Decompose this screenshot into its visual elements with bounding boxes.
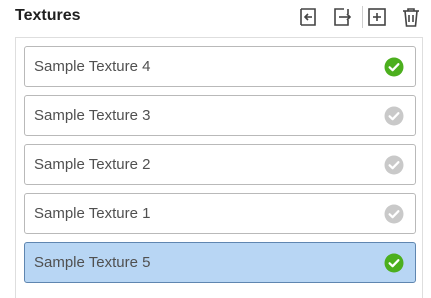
textures-panel: Textures Sample Texture 4 Sample Texture… — [0, 0, 431, 298]
texture-list-item[interactable]: Sample Texture 5 — [24, 242, 416, 283]
export-icon — [331, 6, 353, 28]
export-button[interactable] — [330, 5, 354, 29]
toolbar-separator — [362, 6, 363, 28]
texture-list-item[interactable]: Sample Texture 1 — [24, 193, 416, 234]
texture-name: Sample Texture 1 — [34, 205, 151, 222]
delete-icon — [400, 6, 422, 28]
texture-name: Sample Texture 4 — [34, 58, 151, 75]
toolbar — [296, 5, 423, 29]
texture-name: Sample Texture 2 — [34, 156, 151, 173]
import-button[interactable] — [296, 5, 320, 29]
add-icon — [366, 6, 388, 28]
check-circle-icon[interactable] — [384, 57, 404, 77]
import-icon — [297, 6, 319, 28]
check-circle-icon[interactable] — [384, 155, 404, 175]
texture-list: Sample Texture 4 Sample Texture 3 Sample… — [15, 37, 423, 298]
panel-title: Textures — [15, 7, 81, 24]
panel-header: Textures — [0, 0, 431, 36]
texture-name: Sample Texture 5 — [34, 254, 151, 271]
add-button[interactable] — [365, 5, 389, 29]
delete-button[interactable] — [399, 5, 423, 29]
texture-list-item[interactable]: Sample Texture 4 — [24, 46, 416, 87]
texture-list-item[interactable]: Sample Texture 3 — [24, 95, 416, 136]
texture-name: Sample Texture 3 — [34, 107, 151, 124]
check-circle-icon[interactable] — [384, 253, 404, 273]
check-circle-icon[interactable] — [384, 106, 404, 126]
check-circle-icon[interactable] — [384, 204, 404, 224]
texture-list-item[interactable]: Sample Texture 2 — [24, 144, 416, 185]
